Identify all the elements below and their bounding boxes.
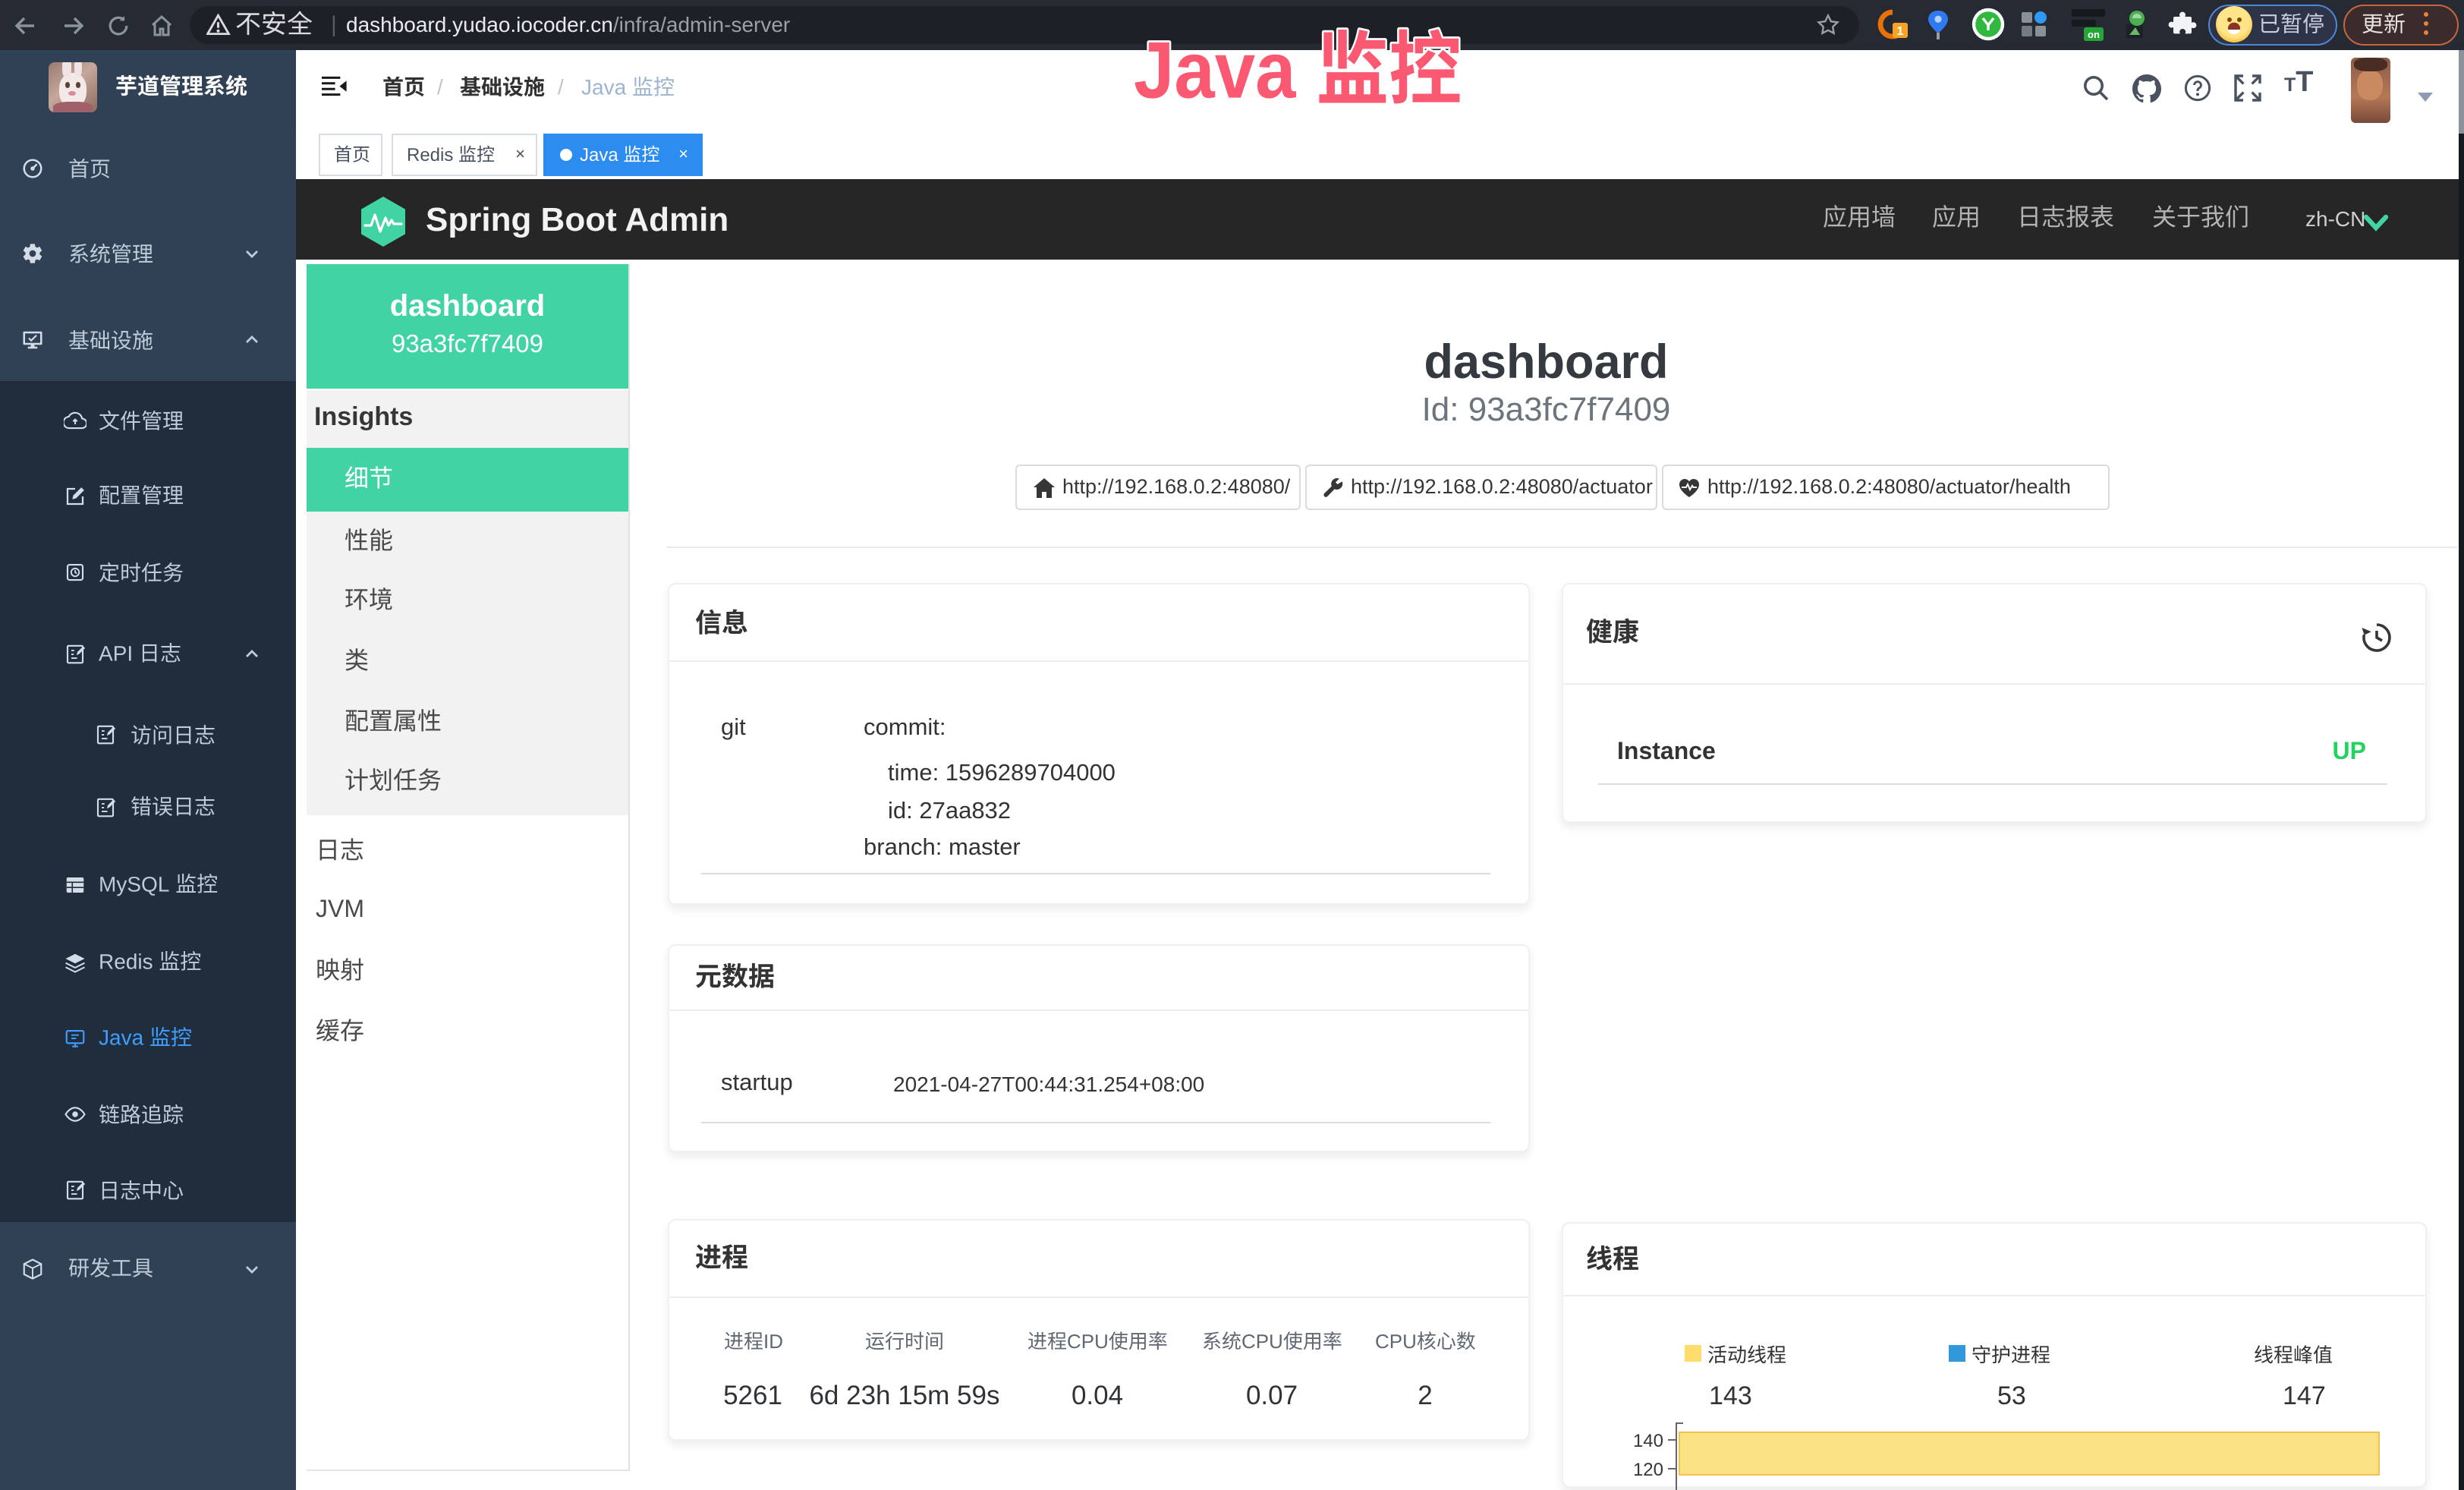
svg-text:1: 1 [1897, 25, 1904, 38]
svg-text:on: on [2088, 29, 2100, 40]
